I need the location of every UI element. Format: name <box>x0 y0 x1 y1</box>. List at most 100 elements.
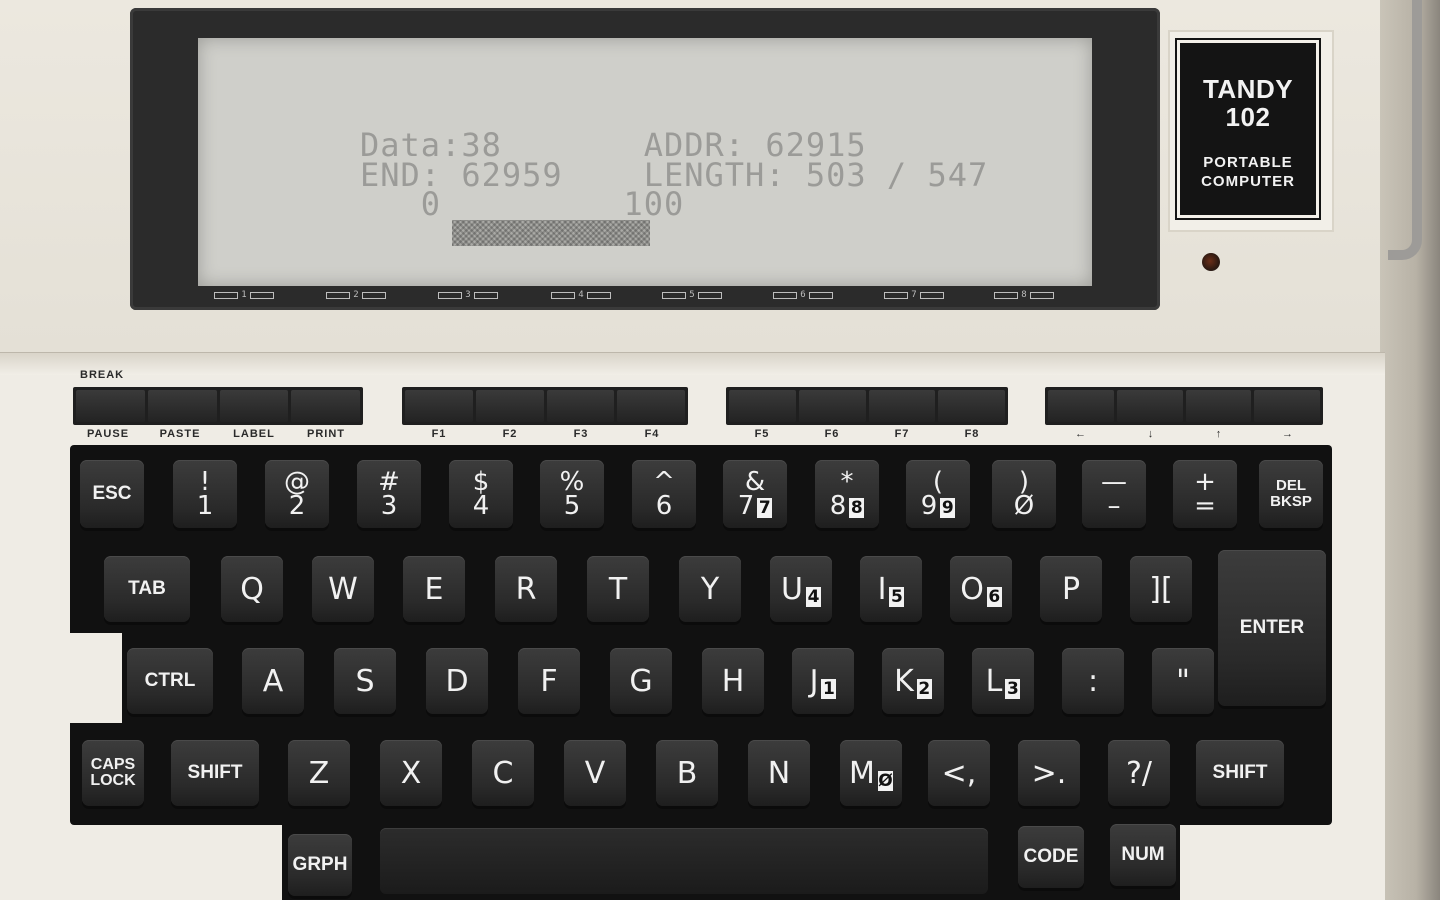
key-bottom-row: 99 <box>921 493 956 519</box>
f1-key[interactable] <box>405 390 473 422</box>
key-row1-6[interactable]: ^ 6 <box>632 460 696 528</box>
key-face: >. <box>1032 756 1067 791</box>
key-row4-8[interactable]: MØ <box>840 740 902 806</box>
key-row3-7[interactable]: J1 <box>792 648 854 714</box>
power-cable <box>1388 0 1422 260</box>
key-r[interactable]: R <box>495 556 557 622</box>
key-face: CTRL <box>145 670 196 692</box>
key-row1-2[interactable]: @2 <box>265 460 329 528</box>
key-row1-12[interactable]: + = <box>1173 460 1237 528</box>
key-row4-9[interactable]: <, <box>928 740 990 806</box>
key-row4-10[interactable]: >. <box>1018 740 1080 806</box>
key-row3-8[interactable]: K2 <box>882 648 944 714</box>
key-row1-3[interactable]: #3 <box>357 460 421 528</box>
key-bottom-row: 1 <box>197 493 214 519</box>
key-row4-3[interactable]: X <box>380 740 442 806</box>
print-label: PRINT <box>307 428 345 440</box>
f4-key[interactable] <box>617 390 685 422</box>
key-row1-10[interactable]: ) Ø <box>992 460 1056 528</box>
label-key[interactable] <box>219 390 289 422</box>
key-label: K <box>894 663 914 699</box>
key-row3-4[interactable]: F <box>518 648 580 714</box>
key-row4-7[interactable]: N <box>748 740 810 806</box>
key-face: O6 <box>960 572 1002 607</box>
key-face: E <box>425 572 444 607</box>
grph-key[interactable]: GRPH <box>288 834 352 896</box>
key-row1-1[interactable]: ! 1 <box>173 460 237 528</box>
enter-key[interactable]: ENTER <box>1218 550 1326 706</box>
key-row4-12[interactable]: SHIFT <box>1196 740 1284 806</box>
lcd-line-3: 0 100 <box>360 185 685 223</box>
f8-key[interactable] <box>938 390 1005 422</box>
key-e[interactable]: E <box>403 556 465 622</box>
key-label: CAPS LOCK <box>90 756 136 789</box>
numpad-legend: 8 <box>849 498 865 518</box>
key-row1-9[interactable]: (9 9 <box>906 460 970 528</box>
key-row3-6[interactable]: H <box>702 648 764 714</box>
key-u[interactable]: U4 <box>770 556 832 622</box>
key-p[interactable]: P <box>1040 556 1102 622</box>
f6-key[interactable] <box>798 390 866 422</box>
key-row4-2[interactable]: Z <box>288 740 350 806</box>
key-o[interactable]: O6 <box>950 556 1012 622</box>
key-row4-6[interactable]: B <box>656 740 718 806</box>
key-row1-8[interactable]: * 8 8 <box>815 460 879 528</box>
key-label: Q <box>240 571 264 607</box>
key-row3-3[interactable]: D <box>426 648 488 714</box>
key-bottom-row: 2 <box>289 493 306 519</box>
key-row1-0[interactable]: ESC <box>80 460 144 528</box>
key-row1-11[interactable]: — – <box>1082 460 1146 528</box>
key-row3-1[interactable]: A <box>242 648 304 714</box>
key-row3-5[interactable]: G <box>610 648 672 714</box>
pause-key[interactable] <box>76 390 145 422</box>
arrow-keys-group <box>1045 387 1323 425</box>
key-row1-7[interactable]: & 7 7 <box>723 460 787 528</box>
numpad-legend: 1 <box>821 678 837 699</box>
key-row3-11[interactable]: " <box>1152 648 1214 714</box>
paste-key[interactable] <box>147 390 217 422</box>
key-row4-11[interactable]: ?/ <box>1108 740 1170 806</box>
key-row1-5[interactable]: % 5 <box>540 460 604 528</box>
key-row3-9[interactable]: L3 <box>972 648 1034 714</box>
f2-key[interactable] <box>475 390 544 422</box>
key-row4-0[interactable]: CAPS LOCK <box>82 740 144 806</box>
key-label: GRPH <box>292 854 348 875</box>
f6-label: F6 <box>824 428 840 440</box>
key-label: O <box>960 571 984 607</box>
space-bar[interactable] <box>380 828 988 894</box>
key-row4-4[interactable]: C <box>472 740 534 806</box>
key-symbol-bottom: 5 <box>563 491 581 521</box>
key-q[interactable]: Q <box>221 556 283 622</box>
key-label: C <box>492 755 514 791</box>
key-brackets[interactable]: ][ <box>1130 556 1192 622</box>
key-row1-4[interactable]: $4 <box>449 460 513 528</box>
key-row3-10[interactable]: : <box>1062 648 1124 714</box>
key-face: F <box>540 664 557 699</box>
left-arrow-key[interactable] <box>1048 390 1114 422</box>
numpad-legend: 5 <box>889 586 905 607</box>
fkey-screen-label: 6 <box>767 290 839 300</box>
down-arrow-key[interactable] <box>1116 390 1183 422</box>
key-y[interactable]: Y <box>679 556 741 622</box>
key-i[interactable]: I5 <box>860 556 922 622</box>
right-arrow-key[interactable] <box>1254 390 1320 422</box>
down-arrow-icon: ↓ <box>1147 428 1155 440</box>
key-face: TAB <box>128 578 166 600</box>
key-row3-2[interactable]: S <box>334 648 396 714</box>
key-t[interactable]: T <box>587 556 649 622</box>
code-key[interactable]: CODE <box>1018 826 1084 888</box>
num-key[interactable]: NUM <box>1110 824 1176 886</box>
key-row3-0[interactable]: CTRL <box>127 648 213 714</box>
key-row1-13[interactable]: DEL BKSP <box>1259 460 1323 528</box>
key-row4-5[interactable]: V <box>564 740 626 806</box>
f5-key[interactable] <box>729 390 796 422</box>
print-key[interactable] <box>291 390 360 422</box>
f3-key[interactable] <box>546 390 615 422</box>
key-face: CAPS LOCK <box>88 757 138 789</box>
up-arrow-key[interactable] <box>1185 390 1252 422</box>
f7-key[interactable] <box>868 390 936 422</box>
key-face: C <box>493 756 514 791</box>
key-w[interactable]: W <box>312 556 374 622</box>
key-tab[interactable]: TAB <box>104 556 190 622</box>
key-row4-1[interactable]: SHIFT <box>171 740 259 806</box>
